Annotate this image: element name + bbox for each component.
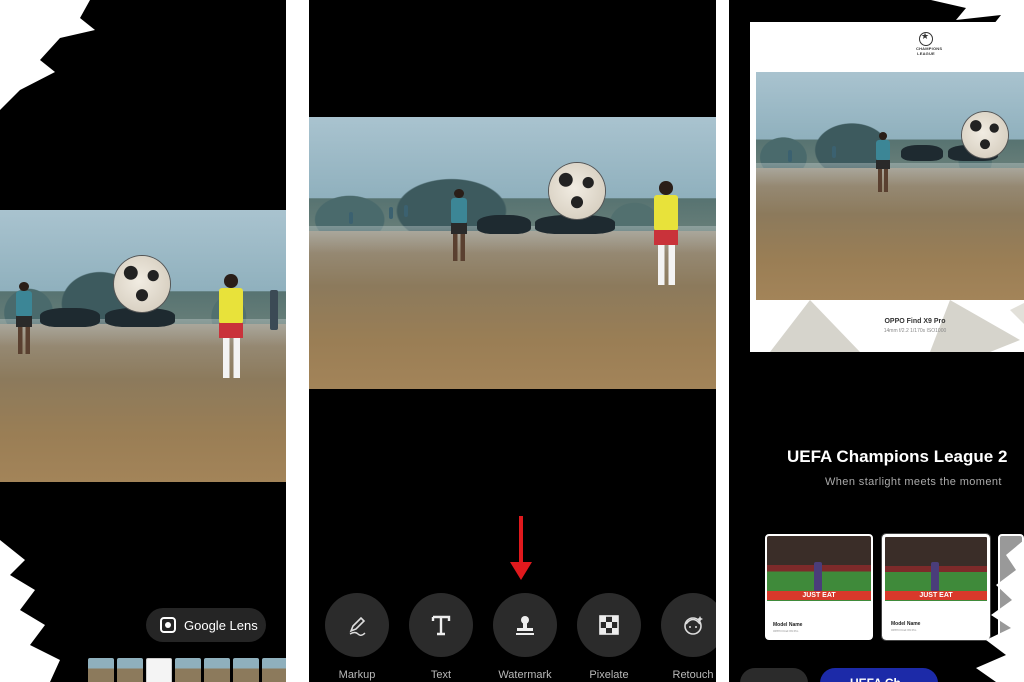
photo-view[interactable]: [309, 117, 716, 389]
retouch-tool[interactable]: Retouch: [661, 593, 716, 681]
thumbnail[interactable]: [117, 658, 143, 682]
watermark-tool[interactable]: Watermark: [493, 593, 557, 681]
thumbnail[interactable]: [233, 658, 259, 682]
google-lens-button[interactable]: Google Lens: [146, 608, 266, 642]
camera-specs: 14mm f/2.2 1/170s ISO1000: [883, 328, 947, 334]
photo-view: [756, 72, 1024, 300]
text-tool[interactable]: Text: [409, 593, 473, 681]
thumbnail[interactable]: [262, 658, 286, 682]
watermark-label: Watermark: [498, 669, 552, 681]
watermark-template-option-selected[interactable]: JUST EAT Model Name OPPO Find X9 Pro: [881, 533, 991, 641]
mosaic-icon: [577, 593, 641, 657]
template-sub: OPPO Find X9 Pro: [773, 629, 799, 633]
template-sub: OPPO Find X9 Pro: [891, 628, 917, 632]
watermark-style-title: UEFA Champions League 2: [787, 447, 1008, 466]
template-banner: JUST EAT: [767, 591, 871, 601]
soccer-ball: [114, 256, 170, 312]
stamp-icon: [493, 593, 557, 657]
logo-text: CHAMPIONS LEAGUE: [916, 46, 943, 56]
face-retouch-icon: [661, 593, 716, 657]
pixelate-tool[interactable]: Pixelate: [577, 593, 641, 681]
template-model-name: Model Name: [891, 621, 921, 627]
retouch-label: Retouch: [672, 669, 714, 681]
soccer-ball: [962, 112, 1008, 158]
star-pattern-decoration: [770, 300, 1024, 352]
thumbnail-strip: [88, 658, 286, 682]
left-phone-screen: Google Lens: [0, 0, 286, 682]
watermark-preview-card: [750, 22, 1024, 352]
thumbnail[interactable]: [146, 658, 172, 682]
watermark-template-option[interactable]: JUST EAT Model Name OPPO Find X9 Pro: [765, 534, 873, 640]
markup-tool[interactable]: Markup: [325, 593, 389, 681]
google-lens-label: Google Lens: [184, 617, 258, 633]
starball-icon: [919, 31, 933, 46]
google-lens-icon: [160, 617, 176, 633]
uefa-style-button[interactable]: UEFA Ch: [820, 668, 938, 682]
pencil-icon: [325, 593, 389, 657]
photo-view[interactable]: [0, 210, 286, 482]
red-arrow-annotation: [510, 516, 532, 580]
soccer-ball: [549, 163, 605, 219]
pixelate-label: Pixelate: [589, 669, 629, 681]
markup-label: Markup: [338, 669, 376, 681]
champions-league-logo: CHAMPIONS LEAGUE: [916, 31, 943, 56]
text-t-icon: [409, 593, 473, 657]
thumbnail[interactable]: [88, 658, 114, 682]
template-banner: JUST EAT: [885, 591, 987, 600]
template-model-name: Model Name: [773, 622, 803, 628]
thumbnail[interactable]: [175, 658, 201, 682]
search-button[interactable]: [740, 668, 808, 682]
watermark-style-subtitle: When starlight meets the moment: [825, 476, 1002, 488]
device-name: OPPO Find X9 Pro: [884, 318, 946, 325]
watermark-template-option[interactable]: [998, 534, 1024, 640]
text-label: Text: [430, 669, 452, 681]
thumbnail[interactable]: [204, 658, 230, 682]
